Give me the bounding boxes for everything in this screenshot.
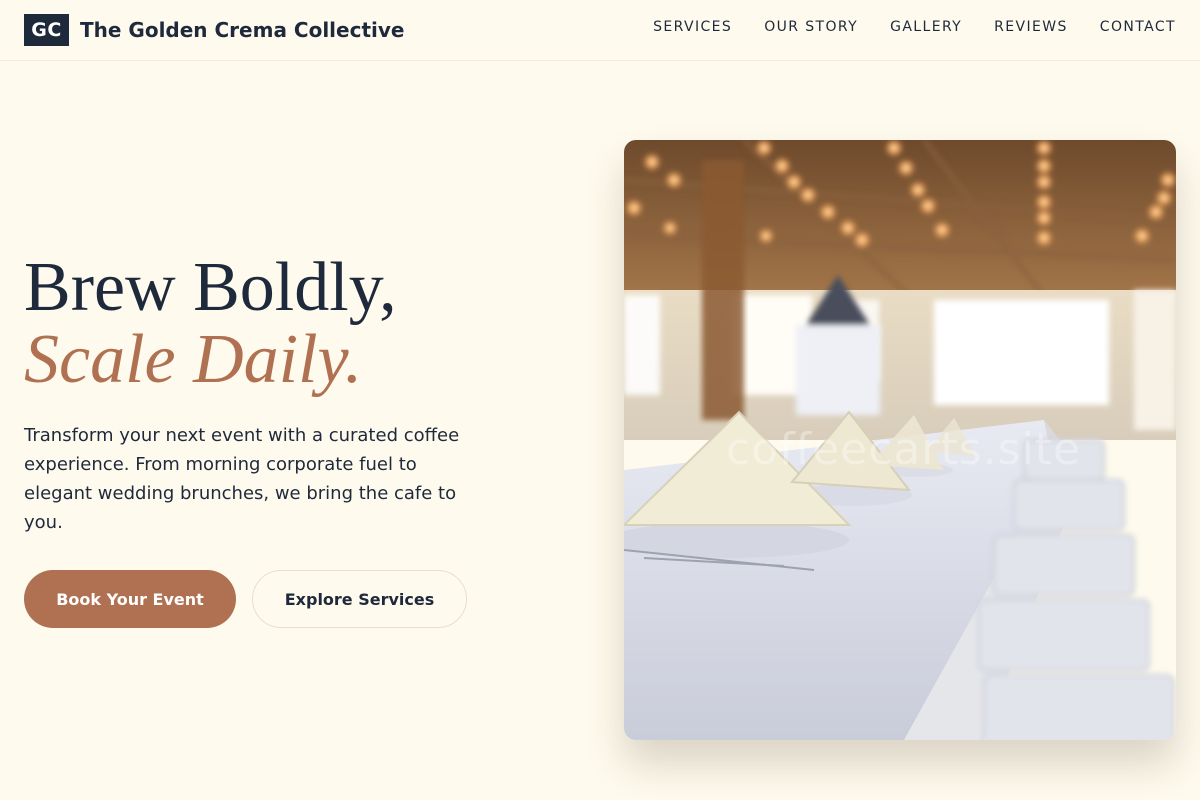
brand-logo-link[interactable]: GC The Golden Crema Collective [24,14,404,46]
explore-services-button[interactable]: Explore Services [252,570,467,628]
image-watermark: coffeecarts.site [726,424,1082,475]
nav-links: SERVICES OUR STORY GALLERY REVIEWS CONTA… [653,19,1176,35]
hero-description: Transform your next event with a curated… [24,425,460,533]
book-event-button[interactable]: Book Your Event [24,570,236,628]
hero-event-photo: coffeecarts.site [624,140,1176,740]
top-navigation: GC The Golden Crema Collective SERVICES … [0,0,1200,61]
logo-mark: GC [24,14,69,46]
nav-link-reviews[interactable]: REVIEWS [994,19,1068,35]
nav-link-our-story[interactable]: OUR STORY [764,19,858,35]
hero-title-line1: Brew Boldly, [24,249,397,326]
hero-title-line2: Scale Daily. [24,321,363,398]
nav-link-contact[interactable]: CONTACT [1100,19,1176,35]
nav-link-services[interactable]: SERVICES [653,19,732,35]
hero-title: Brew Boldly, Scale Daily. [24,252,397,396]
nav-link-gallery[interactable]: GALLERY [890,19,962,35]
brand-name: The Golden Crema Collective [80,18,405,42]
